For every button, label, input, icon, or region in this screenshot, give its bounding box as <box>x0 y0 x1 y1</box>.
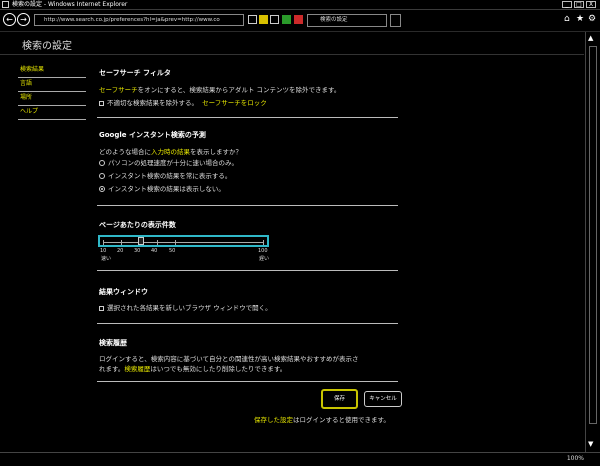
new-window-checkbox[interactable] <box>99 305 104 311</box>
new-window-label: 選択された各結果を新しいブラウザ ウィンドウで開く。 <box>107 304 272 312</box>
safesearch-checkbox-label: 不適切な検索結果を除外する。 <box>107 99 198 107</box>
slider-tick <box>121 240 122 245</box>
instant-results-link[interactable]: 入力時の結果 <box>151 148 190 156</box>
scroll-thumb[interactable] <box>589 46 597 424</box>
slider-fast-caption: 速い <box>101 256 112 262</box>
instant-option-label: パソコンの処理速度が十分に速い場合のみ。 <box>108 159 238 167</box>
instant-title: Google インスタント検索の予測 <box>99 131 206 139</box>
scroll-down-icon[interactable]: ▼ <box>588 440 593 448</box>
tick-label: 20 <box>117 248 124 254</box>
history-desc-line2: れます。検索履歴はいつでも無効にしたり削除したりできます。 <box>99 363 286 373</box>
saved-settings-link[interactable]: 保存した設定 <box>254 416 293 424</box>
instant-option-2[interactable]: インスタント検索の結果を常に表示する。 <box>99 170 231 180</box>
stop-icon[interactable] <box>294 15 303 24</box>
go-icon[interactable] <box>282 15 291 24</box>
slider-tick <box>263 240 264 245</box>
page-title: 検索の設定 <box>22 41 72 52</box>
save-button[interactable]: 保存 <box>321 389 358 409</box>
address-url: http://www.search.co.jp/preferences?hl=j… <box>44 17 220 23</box>
slider-slow-caption: 遅い <box>259 256 270 262</box>
compat-view-icon[interactable] <box>270 15 279 24</box>
sidebar-item-language[interactable]: 言語 <box>18 78 86 92</box>
page-content <box>0 32 584 452</box>
sidebar-item-location[interactable]: 場所 <box>18 92 86 106</box>
instant-question-text: どのような場合に <box>99 148 151 156</box>
window-titlebar: 検索の設定 - Windows Internet Explorer _ □ X <box>0 0 600 10</box>
safesearch-title: セーフサーチ フィルタ <box>99 69 171 77</box>
minimize-button[interactable]: _ <box>562 1 572 8</box>
browser-toolbar: ← → http://www.search.co.jp/preferences?… <box>0 10 600 32</box>
instant-question: どのような場合に入力時の結果を表示しますか？ <box>99 146 242 156</box>
section-divider <box>97 270 398 271</box>
safesearch-desc: セーフサーチをオンにすると、検索結果からアダルト コンテンツを除外できます。 <box>99 84 340 94</box>
settings-sidebar: 検索結果 言語 場所 ヘルプ <box>18 64 86 120</box>
safesearch-lock-link[interactable]: セーフサーチをロック <box>202 99 267 107</box>
footnote: 保存した設定はログインすると使用できます。 <box>254 414 390 424</box>
instant-option-1[interactable]: パソコンの処理速度が十分に速い場合のみ。 <box>99 157 238 167</box>
tab-settings[interactable]: 検索の設定 x <box>307 14 387 27</box>
tools-gear-icon[interactable]: ⚙ <box>588 14 596 24</box>
new-tab-button[interactable] <box>390 14 401 27</box>
results-per-page-slider[interactable] <box>98 235 269 247</box>
maximize-button[interactable]: □ <box>574 1 584 8</box>
radio-button[interactable] <box>99 160 105 166</box>
instant-option-label: インスタント検索の結果は表示しない。 <box>108 185 225 193</box>
tick-label: 100 <box>258 248 268 254</box>
tick-label: 30 <box>134 248 141 254</box>
sidebar-item-help[interactable]: ヘルプ <box>18 106 86 120</box>
instant-option-3[interactable]: インスタント検索の結果は表示しない。 <box>99 183 225 193</box>
history-title: 検索履歴 <box>99 339 127 347</box>
safesearch-row: 不適切な検索結果を除外する。 セーフサーチをロック <box>99 97 267 107</box>
cancel-button[interactable]: キャンセル <box>364 391 402 407</box>
slider-tick <box>103 240 104 245</box>
status-bar: 100% <box>0 452 600 466</box>
zoom-level[interactable]: 100% <box>567 455 584 462</box>
section-divider <box>97 117 398 118</box>
vertical-scrollbar[interactable]: ▲ ▼ <box>585 32 600 452</box>
history-desc-line1: ログインすると、検索内容に基づいて自分との関連性が高い検索結果やおすすめが表示さ <box>99 355 359 363</box>
footnote-text: はログインすると使用できます。 <box>293 416 390 424</box>
results-window-title: 結果ウィンドウ <box>99 288 148 296</box>
slider-track <box>103 240 264 245</box>
slider-thumb[interactable] <box>138 237 144 245</box>
title-divider <box>0 54 584 55</box>
sidebar-item-search-results[interactable]: 検索結果 <box>18 64 86 78</box>
forward-button[interactable]: → <box>17 13 30 26</box>
results-window-row: 選択された各結果を新しいブラウザ ウィンドウで開く。 <box>99 302 272 312</box>
scroll-up-icon[interactable]: ▲ <box>588 34 593 42</box>
tab-label: 検索の設定 <box>320 17 348 23</box>
tick-label: 10 <box>100 248 107 254</box>
section-divider <box>97 323 398 324</box>
slider-tick <box>157 240 158 245</box>
refresh-icon[interactable] <box>259 15 268 24</box>
back-button[interactable]: ← <box>3 13 16 26</box>
history-text-end: はいつでも無効にしたり削除したりできます。 <box>150 365 287 373</box>
close-button[interactable]: X <box>586 1 596 8</box>
radio-button[interactable] <box>99 173 105 179</box>
home-icon[interactable]: ⌂ <box>564 14 570 24</box>
tick-label: 40 <box>151 248 158 254</box>
slider-tick <box>175 240 176 245</box>
section-divider <box>97 381 398 382</box>
safesearch-checkbox[interactable] <box>99 100 104 106</box>
history-text: れます。 <box>99 365 125 373</box>
history-link[interactable]: 検索履歴 <box>124 365 150 373</box>
per-page-title: ページあたりの表示件数 <box>99 221 176 229</box>
lock-icon[interactable] <box>248 15 257 24</box>
radio-button-selected[interactable] <box>99 186 105 192</box>
safesearch-desc-text: をオンにすると、検索結果からアダルト コンテンツを除外できます。 <box>137 86 341 94</box>
instant-option-label: インスタント検索の結果を常に表示する。 <box>108 172 232 180</box>
favorites-star-icon[interactable]: ★ <box>576 14 584 24</box>
window-title: 検索の設定 - Windows Internet Explorer <box>12 1 128 8</box>
address-bar[interactable]: http://www.search.co.jp/preferences?hl=j… <box>34 14 244 26</box>
instant-question-end: を表示しますか？ <box>190 148 242 156</box>
section-divider <box>97 205 398 206</box>
tick-label: 50 <box>169 248 176 254</box>
safesearch-link[interactable]: セーフサーチ <box>99 86 138 94</box>
ie-app-icon <box>2 1 9 8</box>
